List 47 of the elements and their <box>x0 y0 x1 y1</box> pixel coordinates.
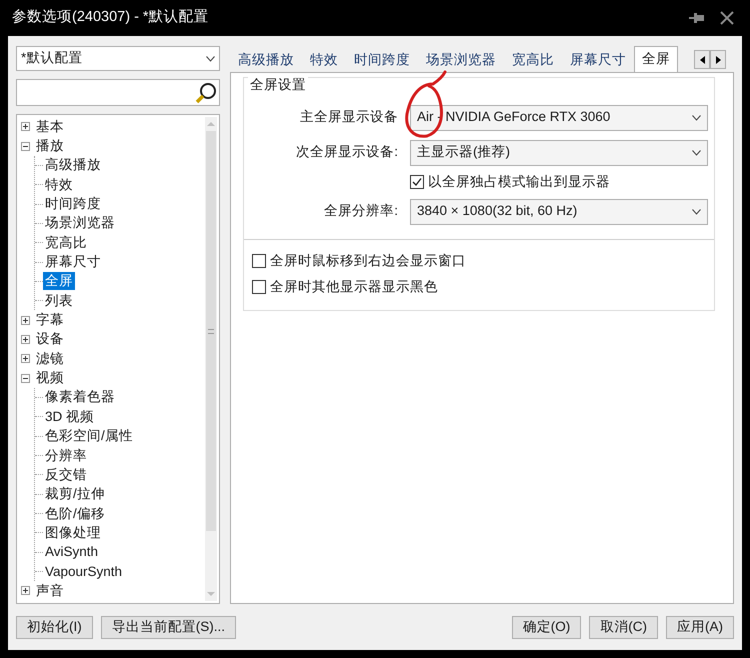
tree-item[interactable]: 屏幕尺寸 <box>43 253 103 272</box>
tree-item[interactable]: 设备 <box>34 330 66 348</box>
tree-item[interactable]: 宽高比 <box>43 234 89 252</box>
tree-item[interactable]: 高级播放 <box>43 156 103 174</box>
tree-item[interactable]: 视频 <box>34 369 66 388</box>
tree-item[interactable]: 滤镜 <box>34 350 66 368</box>
tree-item[interactable]: 色阶/偏移 <box>43 504 107 523</box>
tree-item[interactable]: 全屏 <box>43 272 75 290</box>
window-title: 参数选项(240307) - *默认配置 <box>12 8 209 28</box>
dropdown[interactable]: 主显示器(推荐) <box>410 140 708 166</box>
tab[interactable]: 特效 <box>302 48 346 72</box>
tree-item[interactable]: 分辨率 <box>43 446 89 465</box>
tree-item[interactable]: 播放 <box>34 137 66 156</box>
tree-item[interactable]: 基本 <box>34 118 66 136</box>
tree-item[interactable]: 列表 <box>43 292 75 310</box>
field-label: 次全屏显示设备: <box>295 143 399 162</box>
tree-item[interactable]: 3D 视频 <box>43 408 96 426</box>
field-label: 全屏分辨率: <box>323 202 399 220</box>
checkbox-label[interactable]: 以全屏独占模式输出到显示器 <box>428 172 610 192</box>
tree-item[interactable]: 裁剪/拉伸 <box>43 485 107 504</box>
checkbox-label[interactable]: 全屏时鼠标移到右边会显示窗口 <box>270 250 466 272</box>
tree-item[interactable]: AviSynth <box>43 543 100 562</box>
dropdown[interactable]: 3840 × 1080(32 bit, 60 Hz) <box>410 198 708 224</box>
tree-item[interactable]: 场景浏览器 <box>43 214 117 232</box>
tree-item[interactable]: 特效 <box>43 176 75 194</box>
tree-item[interactable]: 时间跨度 <box>43 195 103 214</box>
tab[interactable]: 时间跨度 <box>346 48 418 72</box>
tree-item[interactable]: 反交错 <box>43 466 89 484</box>
dialog-button[interactable]: 初始化(I) <box>16 616 93 639</box>
tree-item[interactable]: 像素着色器 <box>43 388 117 406</box>
tab[interactable]: 宽高比 <box>504 48 562 72</box>
dialog-button[interactable]: 确定(O) <box>512 616 582 639</box>
tab[interactable]: 场景浏览器 <box>418 48 504 72</box>
profile-dropdown[interactable]: *默认配置 <box>16 46 220 71</box>
tree-item[interactable]: VapourSynth <box>43 562 124 581</box>
field-label: 主全屏显示设备 <box>299 108 399 126</box>
tree-item[interactable]: 字幕 <box>34 311 66 330</box>
tree-item[interactable]: 图像处理 <box>43 524 103 542</box>
tab[interactable]: 高级播放 <box>230 48 302 72</box>
tree-item[interactable]: 色彩空间/属性 <box>43 427 135 446</box>
dialog-button[interactable]: 应用(A) <box>666 616 734 639</box>
dialog-button[interactable]: 导出当前配置(S)... <box>100 616 236 639</box>
tab[interactable]: 全屏 <box>634 46 678 72</box>
tab[interactable]: 屏幕尺寸 <box>562 48 634 72</box>
tree-item[interactable]: 声音 <box>34 582 66 600</box>
checkbox-label[interactable]: 全屏时其他显示器显示黑色 <box>270 276 438 298</box>
dialog-button[interactable]: 取消(C) <box>589 616 658 639</box>
